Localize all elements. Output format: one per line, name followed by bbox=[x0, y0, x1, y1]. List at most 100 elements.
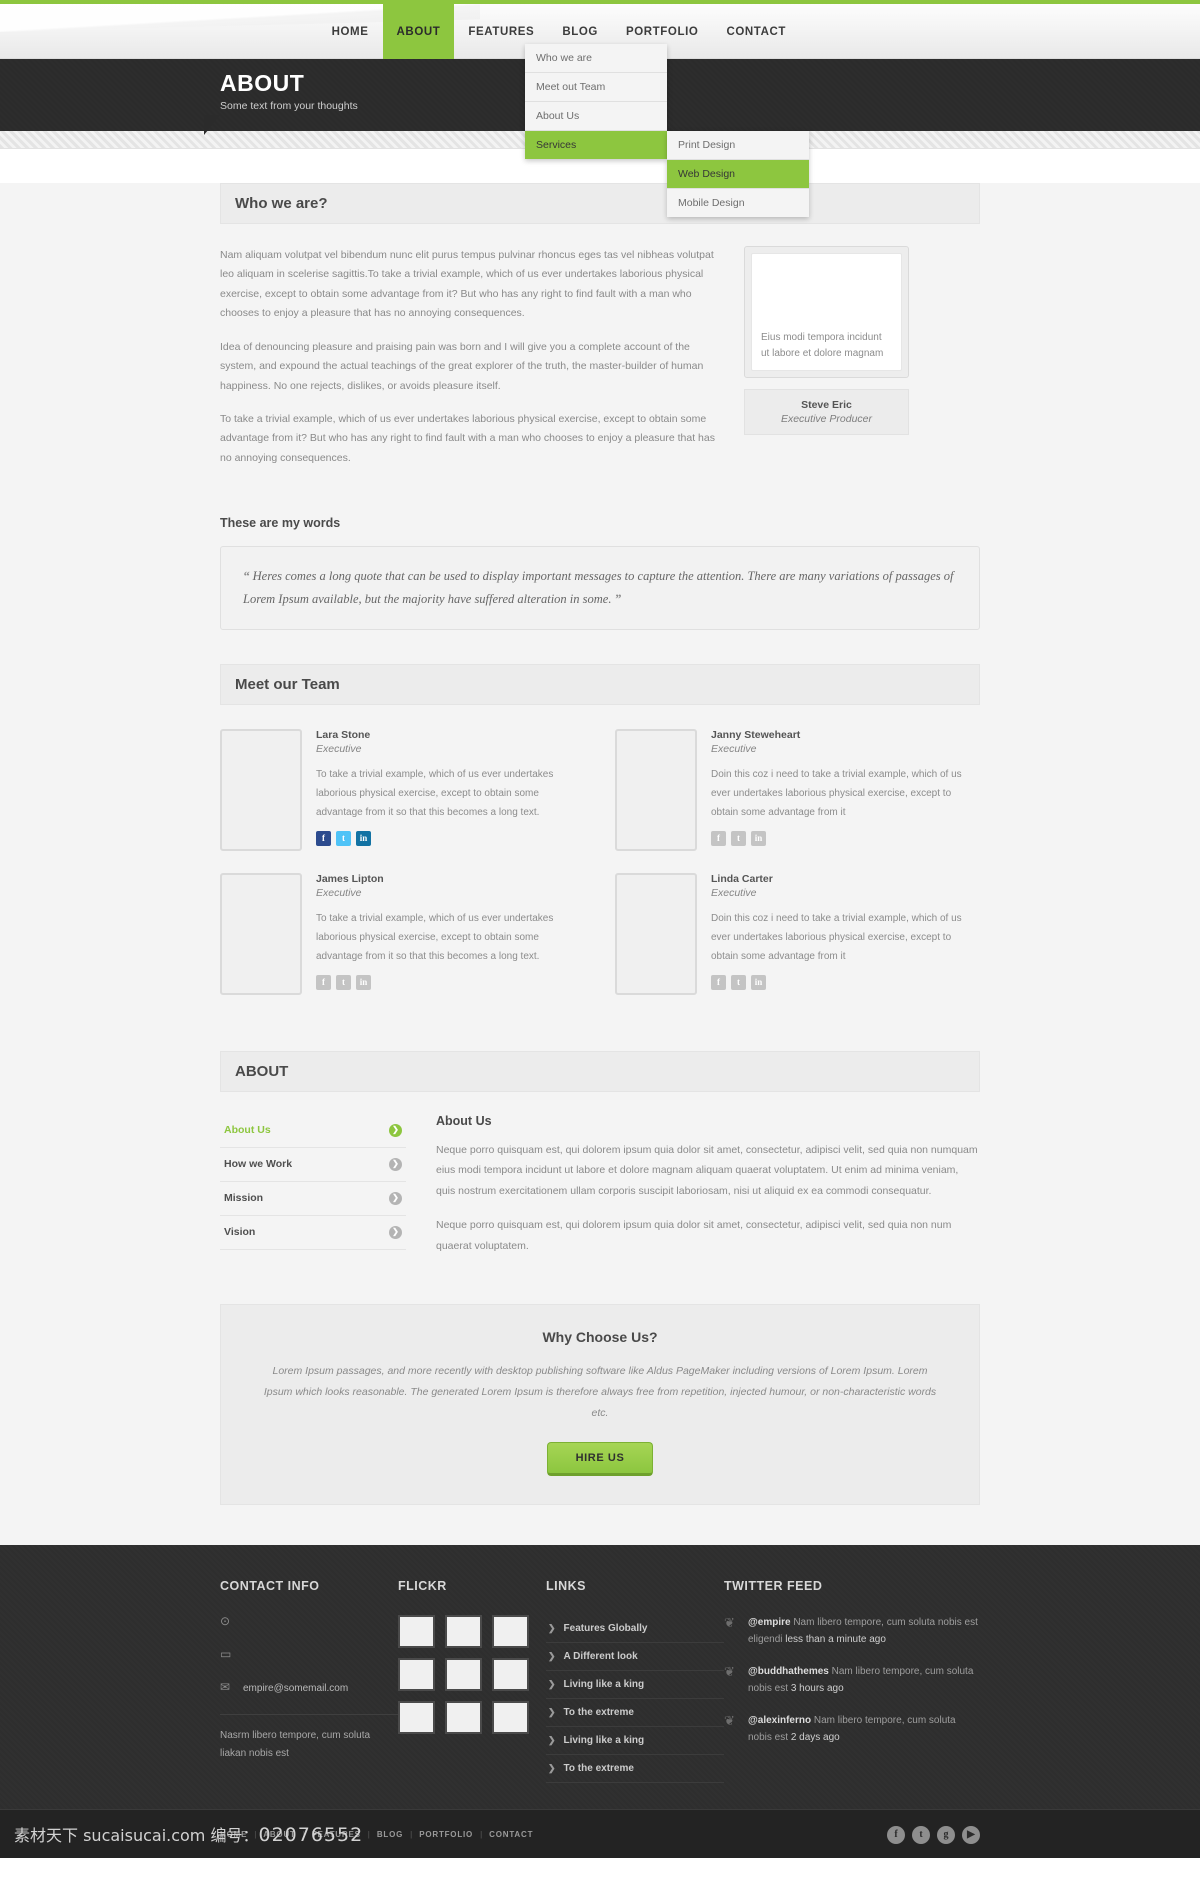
bottom-nav-item-blog[interactable]: BLOG bbox=[377, 1830, 403, 1839]
flickr-thumbnail[interactable] bbox=[445, 1615, 482, 1649]
flickr-thumbnail[interactable] bbox=[398, 1701, 435, 1735]
team-member-socials: f t in bbox=[316, 830, 585, 846]
bottom-nav-separator: | bbox=[480, 1830, 483, 1840]
team-member-card: Janny Steweheart Executive Doin this coz i… bbox=[615, 728, 980, 851]
contact-row-text[interactable]: empire@somemail.com bbox=[243, 1681, 348, 1697]
flickr-thumbnail[interactable] bbox=[398, 1615, 435, 1649]
profile-photo-frame: Eius modi tempora incidunt ut labore et … bbox=[744, 246, 909, 378]
dropdown-item-services[interactable]: Services Print Design Web Design Mobile Des… bbox=[525, 131, 809, 217]
twitter-bird-icon: ❦ bbox=[724, 1713, 735, 1729]
twitter-icon[interactable]: t bbox=[336, 974, 351, 990]
open-quote-mark: “ bbox=[243, 568, 250, 584]
twitter-icon[interactable]: t bbox=[731, 830, 746, 846]
about-tab-content-title: About Us bbox=[436, 1113, 492, 1128]
nav-item-contact[interactable]: CONTACT bbox=[712, 4, 800, 59]
footer-link-item[interactable]: ❯ To the extreme bbox=[546, 1699, 724, 1728]
linkedin-icon[interactable]: in bbox=[751, 974, 766, 990]
tweet-username[interactable]: @empire bbox=[748, 1617, 791, 1628]
team-member-name: Linda Carter bbox=[711, 872, 773, 885]
team-member-name: Janny Steweheart bbox=[711, 728, 801, 741]
team-member-socials: f t in bbox=[711, 830, 980, 846]
nav-item-about[interactable]: ABOUT bbox=[382, 4, 455, 59]
services-submenu[interactable]: Print Design Web Design Mobile Design bbox=[667, 131, 809, 217]
quote-text: “ Heres comes a long quote that can be u… bbox=[243, 565, 957, 611]
about-tab-mission[interactable]: Mission ❯ bbox=[220, 1182, 406, 1216]
flickr-thumbnail[interactable] bbox=[445, 1701, 482, 1735]
about-tabs-heading: ABOUT bbox=[220, 1050, 980, 1092]
facebook-icon[interactable]: f bbox=[316, 974, 331, 990]
tweet-body: @buddhathemes Nam libero tempore, cum so… bbox=[748, 1664, 980, 1697]
google-plus-icon[interactable]: g bbox=[937, 1825, 955, 1844]
chevron-right-icon: ❯ bbox=[548, 1623, 556, 1634]
tweet-timestamp: 3 hours ago bbox=[790, 1682, 844, 1694]
facebook-icon[interactable]: f bbox=[711, 974, 726, 990]
submenu-item-print-design[interactable]: Print Design bbox=[667, 131, 809, 160]
footer-link-item[interactable]: ❯ Living like a king bbox=[546, 1671, 724, 1700]
about-dropdown-menu[interactable]: Who we are Meet out Team About Us Services P… bbox=[525, 44, 809, 217]
submenu-item-web-design[interactable]: Web Design bbox=[667, 160, 809, 189]
chevron-right-icon: ❯ bbox=[389, 1191, 402, 1205]
contact-row: ▭ bbox=[220, 1648, 398, 1664]
youtube-icon[interactable]: ▶ bbox=[962, 1825, 980, 1844]
flickr-thumbnail[interactable] bbox=[445, 1658, 482, 1692]
nav-item-home[interactable]: HOME bbox=[318, 4, 383, 59]
tweet-username[interactable]: @buddhathemes bbox=[748, 1666, 829, 1677]
footer-contact-divider bbox=[220, 1714, 398, 1716]
about-tab-about-us[interactable]: About Us ❯ bbox=[220, 1114, 406, 1148]
submenu-item-mobile-design[interactable]: Mobile Design bbox=[667, 189, 809, 217]
facebook-icon[interactable]: f bbox=[711, 830, 726, 846]
dropdown-item-about-us[interactable]: About Us bbox=[525, 102, 667, 131]
footer-social-icons: f t g ▶ bbox=[887, 1825, 980, 1844]
linkedin-icon[interactable]: in bbox=[356, 830, 371, 846]
facebook-icon[interactable]: f bbox=[887, 1825, 905, 1844]
flickr-thumbnail-grid bbox=[398, 1615, 530, 1735]
team-member-card: Linda Carter Executive Doin this coz i nee… bbox=[615, 872, 980, 995]
chevron-right-icon: ❯ bbox=[548, 1707, 556, 1718]
team-member-socials: f t in bbox=[711, 974, 980, 990]
linkedin-icon[interactable]: in bbox=[356, 974, 371, 990]
flickr-thumbnail[interactable] bbox=[492, 1701, 529, 1735]
about-tab-label: Mission bbox=[224, 1192, 264, 1205]
flickr-thumbnail[interactable] bbox=[398, 1658, 435, 1692]
footer-link-item[interactable]: ❯ A Different look bbox=[546, 1643, 724, 1672]
bottom-nav-item-contact[interactable]: CONTACT bbox=[489, 1830, 533, 1839]
twitter-icon[interactable]: t bbox=[912, 1825, 930, 1844]
linkedin-icon[interactable]: in bbox=[751, 830, 766, 846]
page-content: Who we are? Nam aliquam volutpat vel bib… bbox=[0, 183, 1200, 1546]
why-choose-us-panel: Why Choose Us? Lorem Ipsum passages, and… bbox=[220, 1304, 980, 1506]
bottom-nav-item-portfolio[interactable]: PORTFOLIO bbox=[419, 1830, 473, 1839]
footer-link-item[interactable]: ❯ Living like a king bbox=[546, 1727, 724, 1756]
about-tab-vision[interactable]: Vision ❯ bbox=[220, 1216, 406, 1250]
about-tab-how-we-work[interactable]: How we Work ❯ bbox=[220, 1148, 406, 1182]
footer-flickr-column: FLICKR bbox=[398, 1579, 546, 1783]
hire-us-button[interactable]: HIRE US bbox=[546, 1442, 654, 1477]
chevron-right-icon: ❯ bbox=[548, 1679, 556, 1690]
close-quote-mark: ” bbox=[614, 591, 622, 607]
who-we-are-paragraph: To take a trivial example, which of us e… bbox=[220, 412, 715, 464]
dropdown-item-who-we-are[interactable]: Who we are bbox=[525, 44, 667, 73]
footer-link-label: Features Globally bbox=[563, 1623, 648, 1635]
team-member-photo bbox=[220, 872, 302, 995]
team-member-card: Lara Stone Executive To take a trivial exa… bbox=[220, 728, 585, 851]
footer-twitter-heading: TWITTER FEED bbox=[724, 1579, 823, 1594]
facebook-icon[interactable]: f bbox=[316, 830, 331, 846]
twitter-icon[interactable]: t bbox=[336, 830, 351, 846]
tweet-username[interactable]: @alexinferno bbox=[748, 1715, 811, 1726]
tweet-body: @alexinferno Nam libero tempore, cum sol… bbox=[748, 1713, 980, 1746]
dropdown-item-meet-out-team[interactable]: Meet out Team bbox=[525, 73, 667, 102]
team-member-photo bbox=[615, 872, 697, 995]
watermark-text: 素材天下 sucaisucai.com 编号： bbox=[14, 1826, 259, 1846]
footer-flickr-heading: FLICKR bbox=[398, 1579, 447, 1594]
who-we-are-paragraph: Idea of denouncing pleasure and praising… bbox=[220, 340, 704, 392]
footer-link-item[interactable]: ❯ To the extreme bbox=[546, 1755, 724, 1784]
chevron-right-icon: ❯ bbox=[548, 1763, 556, 1774]
meet-our-team-heading: Meet our Team bbox=[220, 663, 980, 705]
flickr-thumbnail[interactable] bbox=[492, 1615, 529, 1649]
quote-box: “ Heres comes a long quote that can be u… bbox=[220, 546, 980, 630]
envelope-icon: ✉ bbox=[220, 1680, 231, 1695]
twitter-icon[interactable]: t bbox=[731, 974, 746, 990]
mobile-phone-icon: ▭ bbox=[220, 1647, 232, 1662]
who-we-are-aside: Eius modi tempora incidunt ut labore et … bbox=[744, 246, 909, 482]
flickr-thumbnail[interactable] bbox=[492, 1658, 529, 1692]
footer-link-item[interactable]: ❯ Features Globally bbox=[546, 1615, 724, 1644]
